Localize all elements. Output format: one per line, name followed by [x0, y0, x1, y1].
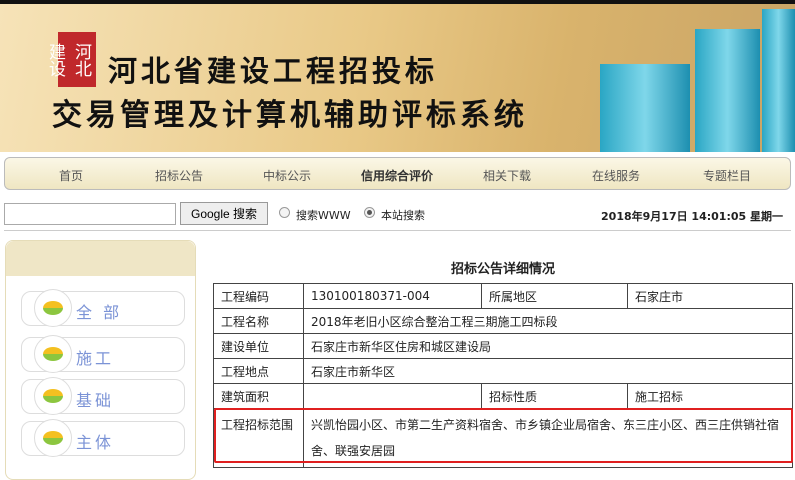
sidebar: 全 部 施工 基础 主体: [5, 240, 196, 480]
nav-award-notice[interactable]: 中标公示: [263, 167, 311, 184]
nav-downloads[interactable]: 相关下载: [483, 167, 531, 184]
detail-title: 招标公告详细情况: [450, 262, 555, 277]
row-label: 工程名称: [213, 308, 304, 334]
table-row: 建筑面积 招标性质 施工招标: [213, 383, 793, 409]
row-value: 2018年老旧小区综合整治工程三期施工四标段: [303, 308, 793, 334]
sidebar-item-label: 主体: [76, 433, 115, 452]
highlight-box: [214, 408, 793, 463]
row-label: 所属地区: [481, 283, 628, 309]
radio-search-site[interactable]: [364, 207, 375, 218]
table-row: 工程编码 130100180371-004 所属地区 石家庄市: [213, 283, 793, 309]
nav-special-topics[interactable]: 专题栏目: [703, 167, 751, 184]
row-label: 招标性质: [481, 383, 628, 409]
row-label: 工程编码: [213, 283, 304, 309]
row-label: 建设单位: [213, 333, 304, 359]
row-value: 石家庄市新华区: [303, 358, 793, 384]
table-row: 工程地点 石家庄市新华区: [213, 358, 793, 384]
datetime: 2018年9月17日 14:01:05 星期一: [601, 210, 783, 223]
sidebar-item-all[interactable]: 全 部: [21, 289, 185, 327]
refresh-icon: [34, 419, 72, 457]
nav-credit-evaluation[interactable]: 信用综合评价: [361, 167, 433, 184]
header-banner: 河北 建设 河北省建设工程招投标 交易管理及计算机辅助评标系统: [0, 0, 795, 152]
building-image: [695, 29, 760, 152]
main-nav: 首页 招标公告 中标公示 信用综合评价 相关下载 在线服务 专题栏目: [4, 157, 791, 190]
table-row: 工程名称 2018年老旧小区综合整治工程三期施工四标段: [213, 308, 793, 334]
row-value: [303, 383, 482, 409]
row-value: 130100180371-004: [303, 283, 482, 309]
building-image: [600, 64, 690, 152]
refresh-icon: [34, 335, 72, 373]
row-label: 建筑面积: [213, 383, 304, 409]
site-title-line1: 河北省建设工程招投标: [108, 54, 439, 88]
sidebar-header: [6, 241, 195, 276]
logo-seal: 河北 建设: [45, 32, 96, 87]
refresh-icon: [34, 377, 72, 415]
row-label: 工程地点: [213, 358, 304, 384]
table-row: 建设单位 石家庄市新华区住房和城区建设局: [213, 333, 793, 359]
sidebar-item-label: 基础: [76, 391, 115, 410]
row-value: 施工招标: [627, 383, 793, 409]
nav-online-service[interactable]: 在线服务: [592, 167, 640, 184]
refresh-icon: [34, 289, 72, 327]
row-value: 石家庄市新华区住房和城区建设局: [303, 333, 793, 359]
radio-search-www-label: 搜索WWW: [296, 209, 351, 222]
sidebar-item-construction[interactable]: 施工: [21, 335, 185, 373]
site-title-line2: 交易管理及计算机辅助评标系统: [52, 98, 528, 133]
radio-search-www[interactable]: [279, 207, 290, 218]
radio-search-site-label: 本站搜索: [381, 209, 425, 222]
nav-home[interactable]: 首页: [59, 167, 83, 184]
sidebar-item-foundation[interactable]: 基础: [21, 377, 185, 415]
row-value: 石家庄市: [627, 283, 793, 309]
sidebar-item-label: 施工: [76, 349, 115, 368]
building-image: [762, 9, 795, 152]
sidebar-item-main-structure[interactable]: 主体: [21, 419, 185, 457]
search-input[interactable]: [4, 203, 176, 225]
nav-tender-notice[interactable]: 招标公告: [155, 167, 203, 184]
google-search-button[interactable]: Google 搜索: [180, 202, 268, 225]
sidebar-item-label: 全 部: [76, 303, 123, 322]
divider: [4, 230, 791, 231]
